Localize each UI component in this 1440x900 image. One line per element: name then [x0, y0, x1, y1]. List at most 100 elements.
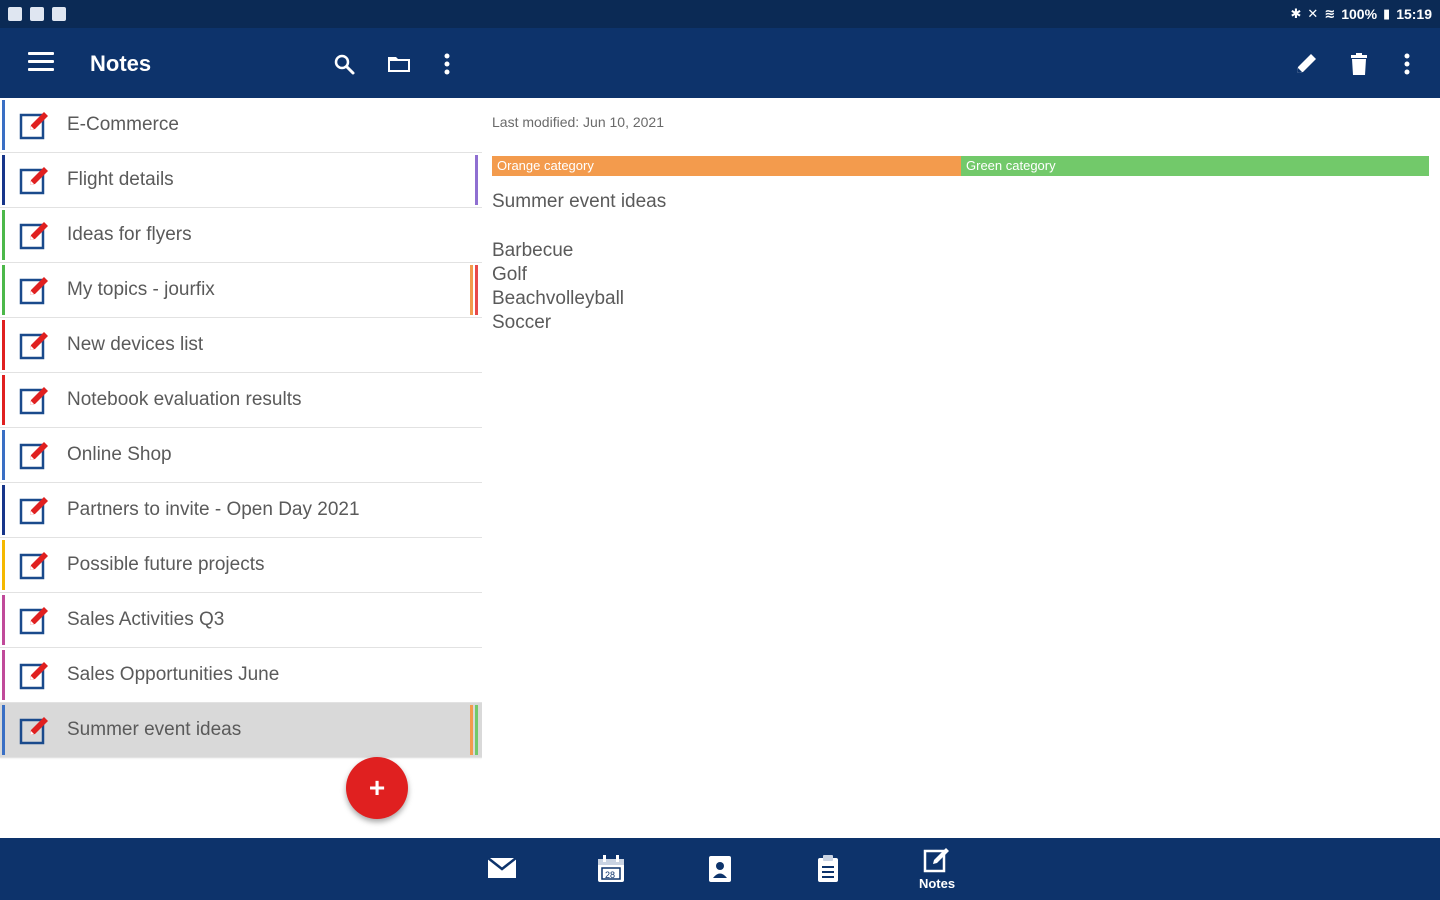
note-list-item-label: Sales Activities Q3 — [67, 609, 225, 630]
note-edit-icon — [18, 329, 50, 361]
category-color-markers — [475, 155, 478, 205]
clock: 15:19 — [1396, 6, 1432, 22]
note-list-item[interactable]: Sales Opportunities June — [0, 648, 482, 703]
note-edit-icon — [18, 164, 50, 196]
category-color-bar — [2, 430, 5, 480]
category-color-marker — [470, 705, 473, 755]
edit-icon[interactable] — [1290, 48, 1322, 80]
category-color-bar — [2, 485, 5, 535]
nav-calendar[interactable]: 28 — [581, 846, 641, 896]
status-notification-icons — [8, 7, 66, 21]
note-list-item[interactable]: Ideas for flyers — [0, 208, 482, 263]
menu-icon[interactable] — [28, 52, 54, 74]
note-edit-icon — [18, 494, 50, 526]
category-color-bar — [2, 265, 5, 315]
note-list: E-Commerce Flight details Ideas for flyers… — [0, 98, 482, 838]
note-edit-icon — [18, 219, 50, 251]
note-list-item[interactable]: Possible future projects — [0, 538, 482, 593]
print-notification-icon — [30, 7, 44, 21]
nav-notes[interactable]: Notes — [907, 846, 967, 896]
note-edit-icon — [18, 659, 50, 691]
delete-icon[interactable] — [1343, 48, 1375, 80]
nav-contacts[interactable] — [690, 846, 750, 896]
note-edit-icon — [18, 384, 50, 416]
note-list-item[interactable]: Sales Activities Q3 — [0, 593, 482, 648]
category-orange: Orange category — [492, 156, 961, 176]
note-list-item[interactable]: New devices list — [0, 318, 482, 373]
category-color-bar — [2, 375, 5, 425]
category-bar: Orange category Green category — [492, 156, 1429, 176]
battery-icon: ▮ — [1383, 6, 1391, 21]
note-list-item[interactable]: Summer event ideas — [0, 703, 482, 758]
status-bar: ✱ ✕ ≋ 100% ▮ 15:19 — [0, 0, 1440, 28]
note-detail: Last modified: Jun 10, 2021 Orange categ… — [482, 98, 1440, 838]
category-color-bar — [2, 705, 5, 755]
nav-mail[interactable] — [472, 846, 532, 896]
search-icon[interactable] — [328, 48, 360, 80]
note-title: Summer event ideas — [492, 191, 667, 212]
note-body: Barbecue Golf Beachvolleyball Soccer — [492, 239, 624, 335]
notes-icon — [923, 848, 949, 873]
note-list-item-label: Possible future projects — [67, 554, 265, 575]
note-list-item-label: Summer event ideas — [67, 719, 242, 740]
note-list-item-label: E-Commerce — [67, 114, 179, 135]
note-list-item[interactable]: E-Commerce — [0, 98, 482, 153]
category-color-markers — [470, 265, 478, 315]
more-vert-icon-detail[interactable] — [1391, 48, 1423, 80]
category-color-marker — [475, 705, 478, 755]
note-list-item-label: Partners to invite - Open Day 2021 — [67, 499, 360, 520]
note-list-item[interactable]: Notebook evaluation results — [0, 373, 482, 428]
category-color-marker — [470, 265, 473, 315]
note-list-item[interactable]: Online Shop — [0, 428, 482, 483]
nav-tasks[interactable] — [798, 846, 858, 896]
note-list-item-label: Flight details — [67, 169, 174, 190]
note-list-item[interactable]: My topics - jourfix — [0, 263, 482, 318]
category-color-marker — [475, 155, 478, 205]
note-edit-icon — [18, 714, 50, 746]
note-edit-icon — [18, 604, 50, 636]
note-list-item-label: New devices list — [67, 334, 204, 355]
tasks-icon — [818, 855, 838, 882]
category-color-bar — [2, 540, 5, 590]
category-green: Green category — [961, 156, 1429, 176]
last-modified: Last modified: Jun 10, 2021 — [492, 114, 665, 130]
category-color-bar — [2, 320, 5, 370]
battery-percent: 100% — [1341, 6, 1378, 22]
add-note-button[interactable]: + — [346, 757, 408, 819]
plus-icon: + — [368, 772, 386, 803]
note-list-item-label: Ideas for flyers — [67, 224, 192, 245]
note-body-line: Soccer — [492, 312, 552, 333]
contacts-icon — [709, 856, 731, 882]
status-system-info: ✱ ✕ ≋ 100% ▮ 15:19 — [1291, 6, 1433, 22]
bottom-nav: 28 Notes — [0, 838, 1440, 900]
note-list-item-label: Notebook evaluation results — [67, 389, 302, 410]
calendar-icon: 28 — [598, 855, 624, 882]
note-edit-icon — [18, 439, 50, 471]
svg-text:28: 28 — [605, 870, 615, 880]
mute-icon: ✕ — [1307, 6, 1319, 21]
note-edit-icon — [18, 549, 50, 581]
note-list-item[interactable]: Partners to invite - Open Day 2021 — [0, 483, 482, 538]
mail-icon — [487, 857, 517, 878]
bluetooth-icon: ✱ — [1290, 6, 1302, 21]
folder-icon[interactable] — [383, 48, 415, 80]
image-notification-icon — [8, 7, 22, 21]
note-list-item-label: Online Shop — [67, 444, 172, 465]
category-color-marker — [475, 265, 478, 315]
page-title: Notes — [90, 51, 152, 76]
storage-notification-icon — [52, 7, 66, 21]
note-list-item-label: Sales Opportunities June — [67, 664, 280, 685]
category-color-bar — [2, 100, 5, 150]
category-color-markers — [470, 705, 478, 755]
category-color-bar — [2, 595, 5, 645]
note-body-line: Beachvolleyball — [492, 288, 625, 309]
note-list-item[interactable]: Flight details — [0, 153, 482, 208]
category-color-bar — [2, 210, 5, 260]
note-edit-icon — [18, 274, 50, 306]
more-vert-icon[interactable] — [431, 48, 463, 80]
note-list-item-label: My topics - jourfix — [67, 279, 215, 300]
note-body-line: Golf — [492, 264, 527, 285]
note-edit-icon — [18, 109, 50, 141]
app-bar: Notes — [0, 28, 1440, 98]
category-color-bar — [2, 650, 5, 700]
